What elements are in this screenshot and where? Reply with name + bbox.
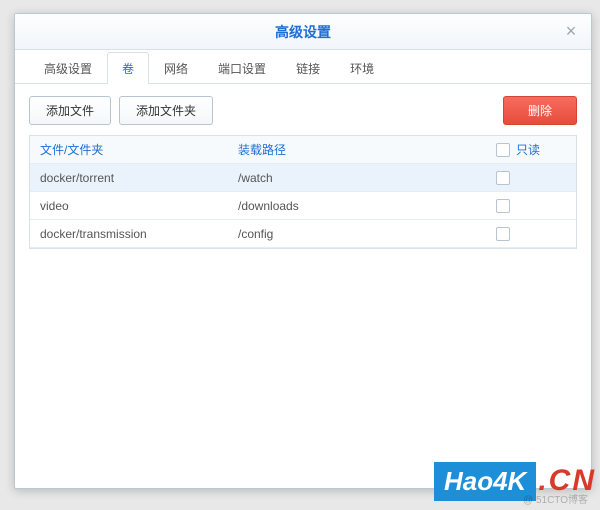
tab-links[interactable]: 链接 bbox=[281, 52, 335, 84]
table-row[interactable]: video /downloads bbox=[30, 192, 576, 220]
header-mount[interactable]: 装载路径 bbox=[228, 141, 496, 158]
table-row[interactable]: docker/transmission /config bbox=[30, 220, 576, 248]
header-readonly[interactable]: 只读 bbox=[496, 141, 576, 158]
table-row[interactable]: docker/torrent /watch bbox=[30, 164, 576, 192]
tab-ports[interactable]: 端口设置 bbox=[203, 52, 281, 84]
dialog-title: 高级设置 bbox=[275, 22, 331, 42]
cell-mount: /config bbox=[228, 227, 496, 241]
tab-env[interactable]: 环境 bbox=[335, 52, 389, 84]
watermark-sub: @ 51CTO博客 bbox=[523, 491, 588, 506]
readonly-checkbox[interactable] bbox=[496, 227, 510, 241]
add-file-button[interactable]: 添加文件 bbox=[29, 96, 111, 125]
add-folder-button[interactable]: 添加文件夹 bbox=[119, 96, 213, 125]
toolbar: 添加文件 添加文件夹 删除 bbox=[15, 84, 591, 135]
cell-path: docker/transmission bbox=[30, 227, 228, 241]
header-path[interactable]: 文件/文件夹 bbox=[30, 141, 228, 158]
tab-volume[interactable]: 卷 bbox=[107, 52, 149, 84]
volume-table: 文件/文件夹 装载路径 只读 docker/torrent /watch vid… bbox=[29, 135, 577, 249]
tab-bar: 高级设置 卷 网络 端口设置 链接 环境 bbox=[15, 50, 591, 84]
cell-mount: /downloads bbox=[228, 199, 496, 213]
tab-advanced[interactable]: 高级设置 bbox=[29, 52, 107, 84]
dialog-titlebar: 高级设置 × bbox=[15, 14, 591, 50]
cell-mount: /watch bbox=[228, 171, 496, 185]
delete-button[interactable]: 删除 bbox=[503, 96, 577, 125]
close-icon[interactable]: × bbox=[561, 22, 581, 42]
readonly-checkbox[interactable] bbox=[496, 171, 510, 185]
tab-network[interactable]: 网络 bbox=[149, 52, 203, 84]
watermark-blue: Hao4K bbox=[434, 462, 536, 501]
readonly-checkbox[interactable] bbox=[496, 199, 510, 213]
readonly-header-checkbox[interactable] bbox=[496, 143, 510, 157]
cell-path: docker/torrent bbox=[30, 171, 228, 185]
table-header-row: 文件/文件夹 装载路径 只读 bbox=[30, 136, 576, 164]
cell-path: video bbox=[30, 199, 228, 213]
watermark: Hao4K .CN @ 51CTO博客 bbox=[434, 458, 596, 504]
header-readonly-label: 只读 bbox=[516, 141, 540, 158]
advanced-settings-dialog: 高级设置 × 高级设置 卷 网络 端口设置 链接 环境 添加文件 添加文件夹 删… bbox=[14, 13, 592, 489]
